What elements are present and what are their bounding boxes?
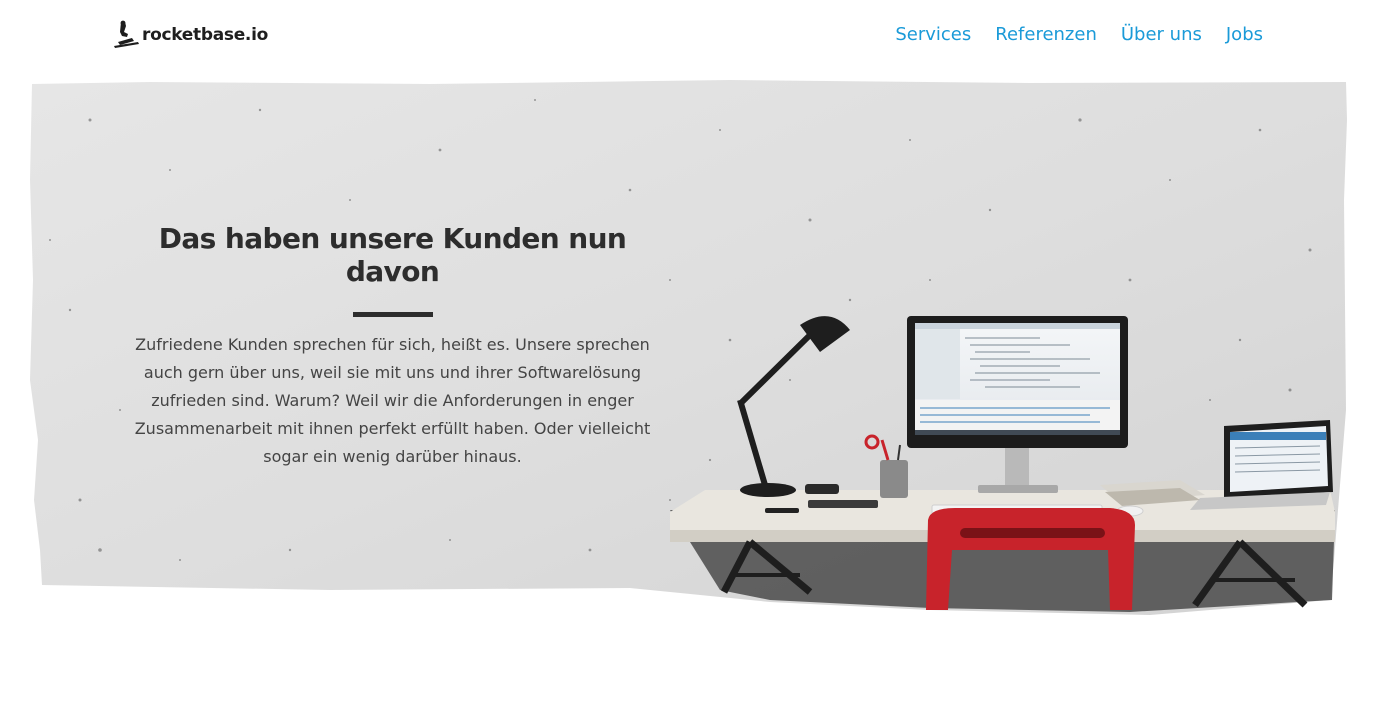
main-nav: Services Referenzen Über uns Jobs [895, 24, 1263, 45]
logo-text: rocketbase.io [142, 25, 268, 45]
rocket-rider-icon [112, 20, 140, 50]
nav-link-jobs[interactable]: Jobs [1226, 24, 1263, 45]
logo[interactable]: rocketbase.io [112, 20, 268, 50]
hero-body-text: Zufriedene Kunden sprechen für sich, hei… [134, 335, 651, 466]
hero-title: Das haben unsere Kunden nun davon [158, 222, 627, 288]
hero-section: Das haben unsere Kunden nun davon Zufrie… [30, 80, 1348, 615]
nav-link-referenzen[interactable]: Referenzen [995, 24, 1097, 45]
nav-link-services[interactable]: Services [895, 24, 971, 45]
hero-text-block: Das haben unsere Kunden nun davon Zufrie… [120, 222, 665, 471]
site-header: rocketbase.io Services Referenzen Über u… [0, 0, 1373, 74]
hero-divider [352, 312, 433, 317]
nav-link-ueber-uns[interactable]: Über uns [1121, 24, 1202, 45]
